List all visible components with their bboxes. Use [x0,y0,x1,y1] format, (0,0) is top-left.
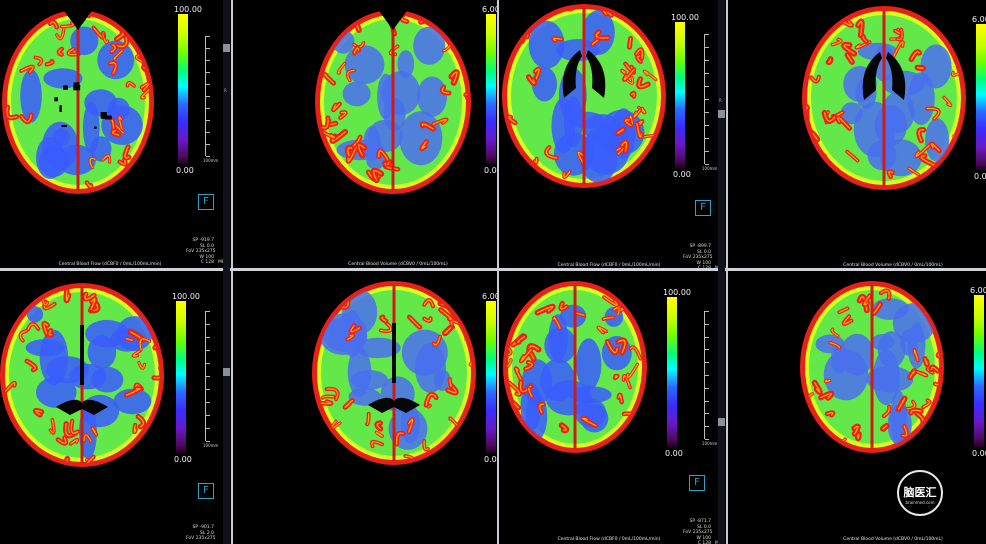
map-caption: Central Blood Flow (dCBF0 / 0mL/100mL/mi… [557,263,661,268]
scroll-thumb[interactable] [223,368,230,376]
cbf-viewport[interactable]: 100.00 0.00 100mm F SP -871.7 SL 0.0 FoV 235x2… [499,271,718,544]
color-scale-bar [976,24,986,170]
map-caption: Central Blood Volume (dCBV0 / 0mL/100mL) [348,262,448,267]
color-scale-max: 100.00 [172,292,200,301]
brain-perfusion-map[interactable] [728,0,986,268]
scrollbar-right[interactable]: R [718,0,725,544]
brain-perfusion-map[interactable] [0,0,223,268]
filter-f-icon[interactable]: F [695,200,711,216]
map-caption: Central Blood Flow (dCBF0 / 0mL/100mL/mi… [58,262,162,267]
color-scale-max: 6.00 [970,286,986,295]
color-scale-max: 100.00 [671,13,699,22]
scrollbar-left[interactable]: R [223,0,230,544]
color-scale-min: 0.00 [484,166,497,175]
cbv-viewport[interactable]: 6.00 0.00 Central Blood Volume (dCBV0 / 0m… [233,0,497,268]
scale-ruler [205,36,212,157]
zoom-readout: MP 1.6x [218,260,223,265]
filter-f-icon[interactable]: F [689,475,705,491]
scroll-marker: R [719,98,722,103]
brain-perfusion-map[interactable] [233,271,497,544]
scroll-marker: R [224,88,227,93]
color-scale-bar [176,301,186,453]
scan-info-overlay: SP -901.7 SL 2.0 FoV 235x275 [186,525,216,542]
color-scale-bar [675,22,685,168]
info-line: FoV 235x275 [186,249,216,254]
info-line: FoV 235x275 [683,255,713,260]
color-scale-bar [667,297,677,447]
brainmed-watermark-logo: 脑医汇 brainmed.com [897,470,943,516]
ruler-label: 100mm [702,166,718,171]
brain-perfusion-map[interactable] [499,0,718,268]
zoom-readout: MP 1.6x [715,266,718,268]
cbf-viewport[interactable]: 100.00 0.00 100mm F SP -901.7 SL 2.0 FoV 235x2… [0,271,223,544]
scale-ruler [704,311,711,440]
color-scale-min: 0.00 [673,170,691,179]
info-line: FoV 235x275 [683,530,713,535]
brain-perfusion-map[interactable] [0,271,223,544]
cbv-viewport[interactable]: 6.00 0.00 Central Blood Volume (dCBV0 / 0m… [728,0,986,268]
ruler-label: 100mm [203,443,219,448]
color-scale-min: 0.00 [974,172,986,181]
cbf-viewport[interactable]: 100.00 0.00 100mm F SP -919.7 SL 0.0 FoV 235x2… [0,0,223,268]
color-scale-max: 100.00 [663,288,691,297]
scroll-thumb[interactable] [223,44,230,52]
scale-ruler [205,311,212,442]
color-scale-bar [974,295,984,447]
brain-perfusion-map[interactable] [233,0,497,268]
filter-f-icon[interactable]: F [198,483,214,499]
brain-perfusion-map[interactable] [728,271,986,544]
color-scale-bar [486,301,496,453]
color-scale-max: 6.00 [482,292,497,301]
scale-ruler [704,34,711,165]
cbv-viewport[interactable]: 6.00 0.00 [233,271,497,544]
map-caption: Central Blood Volume (dCBV0 / 0mL/100mL) [843,537,943,542]
watermark-subtext: brainmed.com [905,500,935,505]
ruler-label: 100mm [203,158,219,163]
color-scale-min: 0.00 [176,166,194,175]
scroll-thumb[interactable] [718,110,725,118]
color-scale-max: 100.00 [174,5,202,14]
map-caption: Central Blood Flow (dCBF0 / 0mL/100mL/mi… [557,537,661,542]
color-scale-min: 0.00 [174,455,192,464]
watermark-text: 脑医汇 [903,486,937,499]
color-scale-min: 0.00 [665,449,683,458]
color-scale-min: 0.00 [972,449,986,458]
color-scale-max: 6.00 [972,15,986,24]
brain-perfusion-map[interactable] [499,271,718,544]
map-caption: Central Blood Volume (dCBV0 / 0mL/100mL) [843,263,943,268]
cbv-viewport[interactable]: 6.00 0.00 Central Blood Volume (dCBV0 / 0m… [728,271,986,544]
filter-f-icon[interactable]: F [198,194,214,210]
color-scale-bar [486,14,496,164]
color-scale-min: 0.00 [484,455,497,464]
color-scale-bar [178,14,188,164]
color-scale-max: 6.00 [482,5,497,14]
cbf-viewport[interactable]: 100.00 0.00 100mm F SP -899.7 SL 0.0 FoV 235x2… [499,0,718,268]
ruler-label: 100mm [702,441,718,446]
info-line: FoV 235x275 [186,536,216,541]
scroll-thumb[interactable] [718,418,725,426]
